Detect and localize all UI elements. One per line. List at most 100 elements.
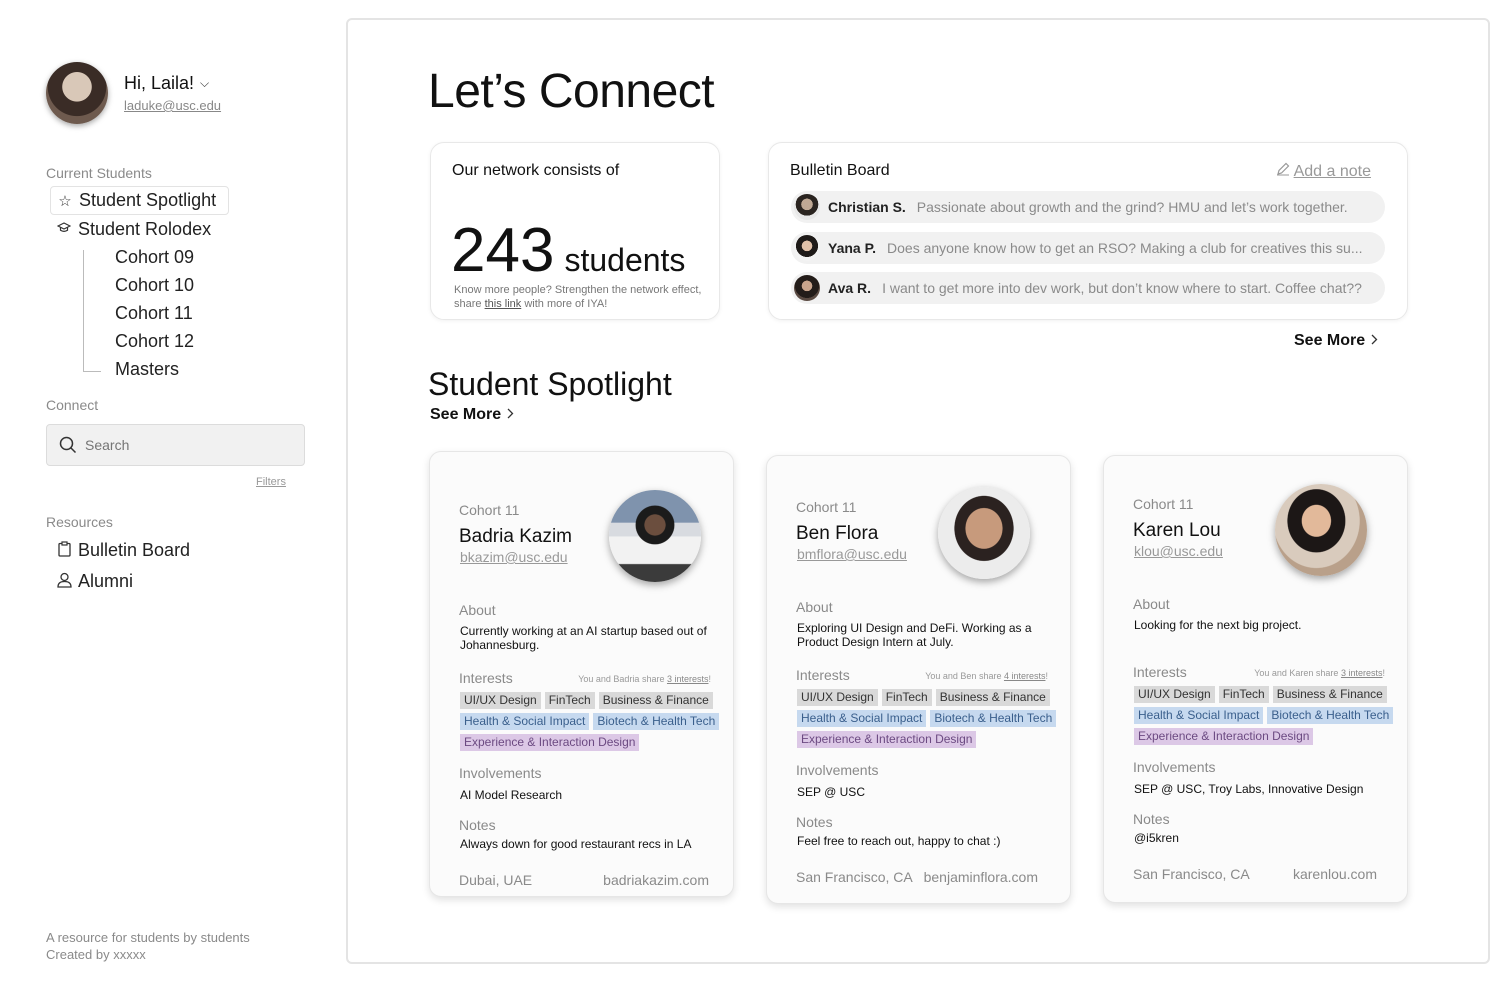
avatar[interactable] [46, 62, 108, 124]
shared-interests-link[interactable]: 4 interests [1004, 671, 1046, 681]
involvements-text: SEP @ USC, Troy Labs, Innovative Design [1134, 782, 1364, 796]
interest-tag[interactable]: UI/UX Design [797, 689, 878, 706]
student-count: 243 [451, 216, 555, 285]
avatar [794, 275, 820, 301]
chevron-right-icon [1371, 332, 1378, 350]
card-cohort: Cohort 11 [459, 502, 520, 518]
user-profile[interactable]: Hi, Laila! ⌵ laduke@usc.edu [46, 62, 221, 124]
interest-tag[interactable]: Experience & Interaction Design [797, 731, 977, 748]
profile-photo [609, 490, 701, 582]
user-email[interactable]: laduke@usc.edu [124, 98, 221, 113]
greeting-text: Hi, Laila! [124, 73, 195, 93]
interest-tag[interactable]: Biotech & Health Tech [930, 710, 1057, 727]
clipboard-icon [56, 540, 72, 561]
bulletin-see-more-button[interactable]: See More [1294, 332, 1378, 350]
student-card[interactable]: Cohort 11 Badria Kazim bkazim@usc.edu Ab… [429, 451, 734, 897]
card-website[interactable]: badriakazim.com [603, 872, 709, 888]
nav-cohort-12[interactable]: Cohort 12 [115, 331, 194, 352]
nav-student-rolodex[interactable]: Student Rolodex [56, 219, 211, 240]
nav-student-spotlight[interactable]: ☆ Student Spotlight [50, 186, 230, 215]
card-location: Dubai, UAE [459, 872, 533, 888]
note-text-end: with more of IYA! [521, 298, 608, 310]
notes-text: @i5kren [1134, 831, 1179, 845]
share-text: You and Ben share [925, 671, 1004, 681]
post-author: Yana P. [828, 240, 877, 256]
chevron-down-icon[interactable]: ⌵ [200, 76, 209, 91]
main-panel: Let’s Connect Our network consists of 24… [346, 18, 1490, 964]
interest-tag[interactable]: Health & Social Impact [460, 713, 590, 730]
interest-tag[interactable]: Experience & Interaction Design [1134, 728, 1314, 745]
interest-tag[interactable]: UI/UX Design [1134, 686, 1215, 703]
interests-label: Interests [796, 667, 850, 683]
interest-tag[interactable]: Experience & Interaction Design [460, 734, 640, 751]
nav-cohort-11[interactable]: Cohort 11 [115, 303, 193, 324]
interest-tag[interactable]: FinTech [881, 689, 932, 706]
network-note: Know more people? Strengthen the network… [454, 283, 704, 311]
student-card[interactable]: Cohort 11 Ben Flora bmflora@usc.edu Abou… [766, 455, 1071, 904]
bulletin-post[interactable]: Yana P. Does anyone know how to get an R… [791, 232, 1385, 264]
involvements-label: Involvements [459, 765, 542, 781]
see-more-label: See More [1294, 332, 1366, 349]
search-input[interactable] [85, 437, 285, 453]
page-title: Let’s Connect [428, 65, 715, 118]
avatar [794, 235, 820, 261]
interests-label: Interests [459, 670, 513, 686]
share-link[interactable]: this link [485, 298, 522, 310]
spotlight-see-more-button[interactable]: See More [430, 406, 514, 424]
interest-tags: UI/UX Design FinTech Business & Finance … [1134, 686, 1404, 745]
nav-masters[interactable]: Masters [115, 359, 179, 380]
search-icon [59, 436, 77, 454]
search-box[interactable] [46, 424, 305, 466]
card-location: San Francisco, CA [796, 869, 913, 885]
interest-tag[interactable]: Biotech & Health Tech [593, 713, 720, 730]
bulletin-post[interactable]: Christian S. Passionate about growth and… [791, 191, 1385, 223]
shared-interests-link[interactable]: 3 interests [667, 674, 709, 684]
interest-tag[interactable]: Health & Social Impact [1134, 707, 1264, 724]
interest-tag[interactable]: Biotech & Health Tech [1267, 707, 1394, 724]
person-icon [56, 572, 72, 592]
nav-bulletin-board[interactable]: Bulletin Board [56, 540, 190, 561]
interest-tag[interactable]: Health & Social Impact [797, 710, 927, 727]
nav-cohort-10[interactable]: Cohort 10 [115, 275, 194, 296]
card-email[interactable]: klou@usc.edu [1134, 543, 1223, 559]
profile-photo [938, 487, 1030, 579]
see-more-label: See More [430, 406, 502, 423]
card-website[interactable]: karenlou.com [1293, 866, 1377, 882]
card-email[interactable]: bmflora@usc.edu [797, 546, 907, 562]
interest-tag[interactable]: FinTech [1218, 686, 1269, 703]
share-text: You and Karen share [1254, 668, 1341, 678]
card-location: San Francisco, CA [1133, 866, 1250, 882]
interest-tag[interactable]: Business & Finance [598, 692, 713, 709]
notes-label: Notes [1133, 811, 1170, 827]
shared-interests: You and Ben share 4 interests! [925, 671, 1048, 681]
bulletin-title: Bulletin Board [790, 162, 890, 179]
student-card[interactable]: Cohort 11 Karen Lou klou@usc.edu About L… [1103, 455, 1408, 903]
tree-line [83, 250, 84, 371]
interest-tags: UI/UX Design FinTech Business & Finance … [797, 689, 1067, 748]
card-cohort: Cohort 11 [1133, 496, 1194, 512]
about-text: Looking for the next big project. [1134, 618, 1302, 632]
interests-label: Interests [1133, 664, 1187, 680]
connect-label: Connect [46, 397, 99, 413]
add-note-button[interactable]: Add a note [1276, 162, 1371, 181]
involvements-text: AI Model Research [460, 788, 563, 802]
filters-link[interactable]: Filters [256, 476, 286, 488]
card-website[interactable]: benjaminflora.com [924, 869, 1038, 885]
nav-alumni[interactable]: Alumni [56, 571, 133, 592]
current-students-label: Current Students [46, 165, 152, 181]
interest-tag[interactable]: Business & Finance [935, 689, 1050, 706]
notes-label: Notes [796, 814, 833, 830]
shared-interests-link[interactable]: 3 interests [1341, 668, 1383, 678]
user-greeting[interactable]: Hi, Laila! ⌵ [124, 73, 221, 94]
interest-tag[interactable]: Business & Finance [1272, 686, 1387, 703]
card-name: Badria Kazim [459, 526, 572, 547]
interest-tag[interactable]: FinTech [544, 692, 595, 709]
card-cohort: Cohort 11 [796, 499, 857, 515]
interest-tag[interactable]: UI/UX Design [460, 692, 541, 709]
involvements-label: Involvements [1133, 759, 1216, 775]
nav-label: Alumni [78, 571, 134, 591]
card-email[interactable]: bkazim@usc.edu [460, 549, 568, 565]
sidebar: Hi, Laila! ⌵ laduke@usc.edu Current Stud… [0, 0, 330, 982]
nav-cohort-09[interactable]: Cohort 09 [115, 247, 194, 268]
bulletin-post[interactable]: Ava R. I want to get more into dev work,… [791, 272, 1385, 304]
